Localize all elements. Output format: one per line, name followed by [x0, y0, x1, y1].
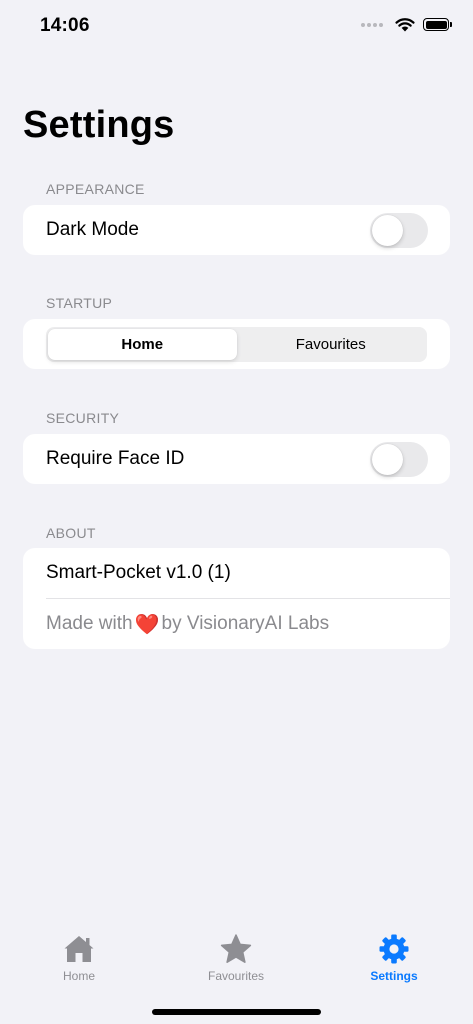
gear-icon: [379, 934, 409, 964]
credits-prefix: Made with: [46, 613, 133, 634]
segment-favourites[interactable]: Favourites: [237, 329, 426, 360]
face-id-label: Require Face ID: [46, 448, 185, 469]
wifi-icon: [395, 18, 415, 32]
about-card: Smart-Pocket v1.0 (1) Made with ❤️ by Vi…: [23, 548, 450, 649]
dark-mode-label: Dark Mode: [46, 219, 139, 240]
startup-card: Home Favourites: [23, 319, 450, 369]
section-header-about: ABOUT: [46, 525, 96, 541]
startup-segmented-control: Home Favourites: [46, 327, 427, 362]
tab-home-label: Home: [62, 969, 95, 983]
credits-suffix: by VisionaryAI Labs: [161, 613, 330, 634]
tab-settings-label: Settings: [370, 969, 418, 983]
tab-favourites-label: Favourites: [207, 969, 265, 983]
star-icon: [220, 934, 252, 963]
heart-icon: ❤️: [134, 613, 160, 636]
face-id-row: Require Face ID: [23, 434, 450, 484]
section-header-startup: STARTUP: [46, 295, 113, 311]
version-label: Smart-Pocket v1.0 (1): [46, 562, 231, 583]
page-title: Settings: [23, 104, 175, 146]
face-id-toggle[interactable]: [370, 441, 428, 477]
house-icon: [64, 936, 94, 962]
section-header-security: SECURITY: [46, 410, 120, 426]
tab-settings[interactable]: Settings: [344, 933, 444, 983]
dark-mode-row: Dark Mode: [23, 205, 450, 255]
segment-home[interactable]: Home: [48, 329, 237, 360]
section-header-appearance: APPEARANCE: [46, 181, 145, 197]
dark-mode-toggle[interactable]: [370, 212, 428, 248]
security-card: Require Face ID: [23, 434, 450, 484]
cellular-signal-icon: [361, 22, 383, 27]
battery-icon: [423, 18, 452, 31]
version-row: Smart-Pocket v1.0 (1): [23, 548, 450, 598]
tab-home[interactable]: Home: [29, 933, 129, 983]
status-time: 14:06: [40, 15, 90, 36]
tab-bar: Home Favourites Settings: [0, 925, 473, 1024]
home-indicator[interactable]: [152, 1009, 321, 1015]
tab-favourites[interactable]: Favourites: [186, 933, 286, 983]
credits-row: Made with ❤️ by VisionaryAI Labs: [23, 599, 450, 649]
status-bar: 14:06: [0, 0, 473, 54]
appearance-card: Dark Mode: [23, 205, 450, 255]
status-icons: [361, 17, 452, 32]
toggle-knob: [372, 214, 403, 246]
toggle-knob: [372, 443, 403, 475]
